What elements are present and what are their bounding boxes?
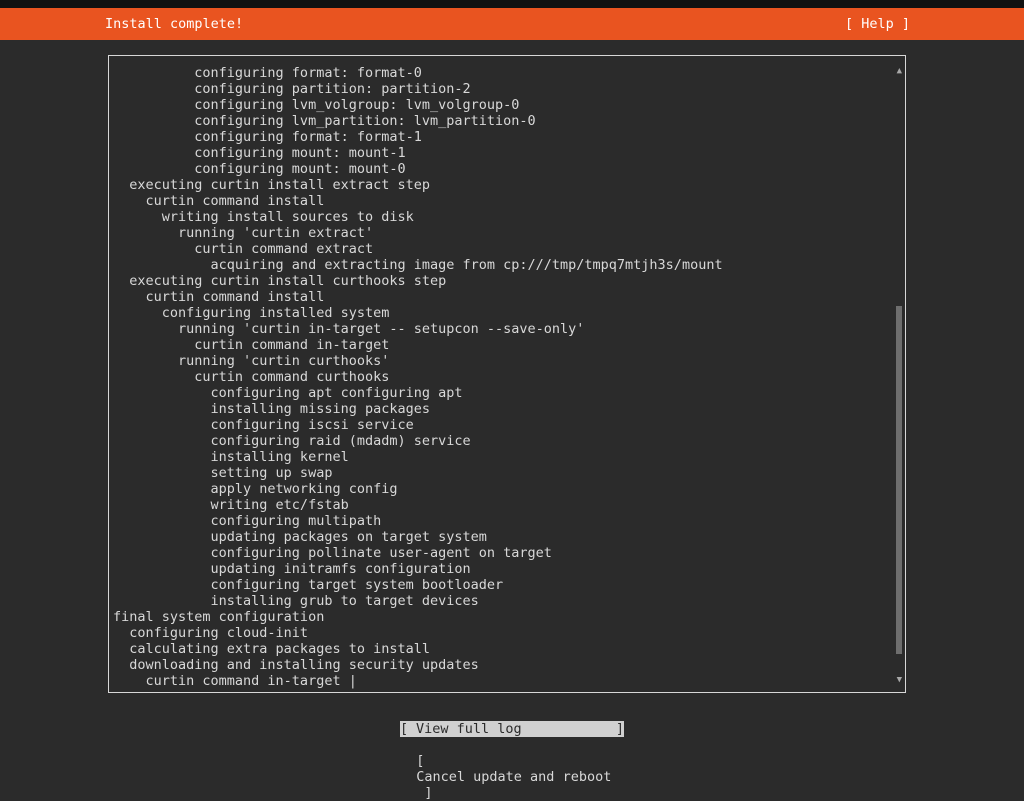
log-line: apply networking config xyxy=(113,481,398,497)
log-line: configuring lvm_volgroup: lvm_volgroup-0 xyxy=(113,97,520,113)
help-button[interactable]: [ Help ] xyxy=(845,16,910,32)
log-line: configuring mount: mount-0 xyxy=(113,161,406,177)
log-line: writing etc/fstab xyxy=(113,497,349,513)
log-line: curtin command in-target | xyxy=(113,673,357,689)
page-title: Install complete! xyxy=(105,16,244,32)
log-line: configuring partition: partition-2 xyxy=(113,81,471,97)
log-line: curtin command in-target xyxy=(113,337,390,353)
log-line: configuring apt configuring apt xyxy=(113,385,463,401)
log-line: curtin command extract xyxy=(113,241,374,257)
log-line: running 'curtin in-target -- setupcon --… xyxy=(113,321,585,337)
log-line: configuring mount: mount-1 xyxy=(113,145,406,161)
log-line: calculating extra packages to install xyxy=(113,641,430,657)
log-line: setting up swap xyxy=(113,465,333,481)
scroll-down-icon[interactable]: ▼ xyxy=(897,674,902,686)
log-line: executing curtin install extract step xyxy=(113,177,430,193)
log-line: configuring iscsi service xyxy=(113,417,414,433)
log-line: curtin command install xyxy=(113,193,325,209)
log-line: updating packages on target system xyxy=(113,529,487,545)
bracket-close: ] xyxy=(424,785,433,801)
cancel-update-and-reboot-button[interactable]: [ Cancel update and reboot ] xyxy=(400,737,611,801)
log-line: curtin command curthooks xyxy=(113,369,390,385)
scrollbar-thumb[interactable] xyxy=(896,306,902,654)
view-full-log-button[interactable]: [ View full log ] xyxy=(400,721,624,737)
bracket-open: [ xyxy=(400,721,409,737)
log-line: running 'curtin extract' xyxy=(113,225,374,241)
log-line: configuring lvm_partition: lvm_partition… xyxy=(113,113,536,129)
log-line: final system configuration xyxy=(113,609,325,625)
log-line: configuring target system bootloader xyxy=(113,577,504,593)
top-bar-strip xyxy=(0,0,1024,8)
log-line: executing curtin install curthooks step xyxy=(113,273,447,289)
log-line: configuring multipath xyxy=(113,513,382,529)
log-line: configuring pollinate user-agent on targ… xyxy=(113,545,552,561)
cancel-update-and-reboot-label: Cancel update and reboot xyxy=(416,769,612,785)
log-line: acquiring and extracting image from cp:/… xyxy=(113,257,723,273)
log-line: curtin command install xyxy=(113,289,325,305)
scroll-up-icon[interactable]: ▲ xyxy=(897,65,902,77)
scrollbar[interactable] xyxy=(896,80,902,680)
bracket-close: ] xyxy=(615,721,624,737)
log-line: installing grub to target devices xyxy=(113,593,479,609)
log-line: configuring cloud-init xyxy=(113,625,309,641)
bracket-open: [ xyxy=(416,753,425,769)
log-line: installing kernel xyxy=(113,449,349,465)
log-line: configuring raid (mdadm) service xyxy=(113,433,471,449)
view-full-log-label: View full log xyxy=(416,721,522,737)
log-line: installing missing packages xyxy=(113,401,430,417)
log-line: updating initramfs configuration xyxy=(113,561,471,577)
log-line: configuring format: format-1 xyxy=(113,129,422,145)
install-log-panel[interactable]: configuring format: format-0 configuring… xyxy=(108,55,906,693)
log-line: writing install sources to disk xyxy=(113,209,414,225)
header-bar: Install complete! [ Help ] xyxy=(0,8,1024,40)
log-line: configuring format: format-0 xyxy=(113,65,422,81)
log-line: running 'curtin curthooks' xyxy=(113,353,390,369)
log-line: downloading and installing security upda… xyxy=(113,657,479,673)
log-lines: configuring format: format-0 configuring… xyxy=(113,65,893,689)
log-line: configuring installed system xyxy=(113,305,390,321)
